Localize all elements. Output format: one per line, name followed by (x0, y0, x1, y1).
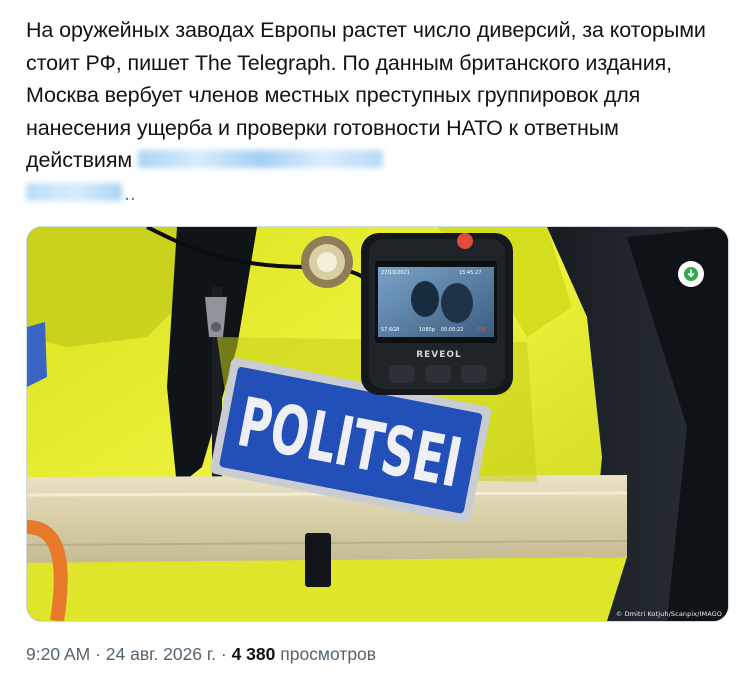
photo-credit: © Dmitri Kotjuh/Scanpix/IMAGO (615, 610, 722, 618)
tweet-body: На оружейных заводах Европы растет число… (26, 18, 706, 172)
svg-text:15:45:27: 15:45:27 (459, 270, 481, 276)
views-count: 4 380 (231, 644, 276, 664)
svg-text:27/10/2021: 27/10/2021 (381, 270, 410, 276)
body-camera: 27/10/2021 15:45:27 57.6GB 1080p 00:00:2… (361, 233, 513, 395)
svg-text:REVEOL: REVEOL (416, 350, 462, 360)
tweet-text: На оружейных заводах Европы растет число… (26, 14, 726, 209)
svg-text:1080p: 1080p (419, 327, 435, 333)
meta-separator: · (216, 644, 232, 664)
svg-text:57.6GB: 57.6GB (381, 327, 400, 333)
tweet-media-photo[interactable]: POLITSEI 27/10/2021 15:45:27 57.6GB 1080… (26, 226, 729, 622)
download-arrow-icon[interactable] (678, 261, 704, 287)
tweet-time[interactable]: 9:20 AM (26, 644, 90, 664)
blurred-link[interactable] (137, 150, 383, 169)
police-vest-photo: POLITSEI 27/10/2021 15:45:27 57.6GB 1080… (27, 227, 728, 621)
svg-text:00:00:22: 00:00:22 (441, 327, 463, 333)
blurred-link-continued[interactable] (26, 182, 122, 201)
svg-text:REC: REC (477, 327, 488, 333)
tweet-metadata: 9:20 AM · 24 авг. 2026 г. · 4 380 просмо… (26, 644, 376, 665)
link-ellipsis: .. (124, 180, 136, 205)
views-label: просмотров (275, 644, 377, 664)
meta-separator: · (90, 644, 106, 664)
tweet-date[interactable]: 24 авг. 2026 г. (106, 644, 216, 664)
